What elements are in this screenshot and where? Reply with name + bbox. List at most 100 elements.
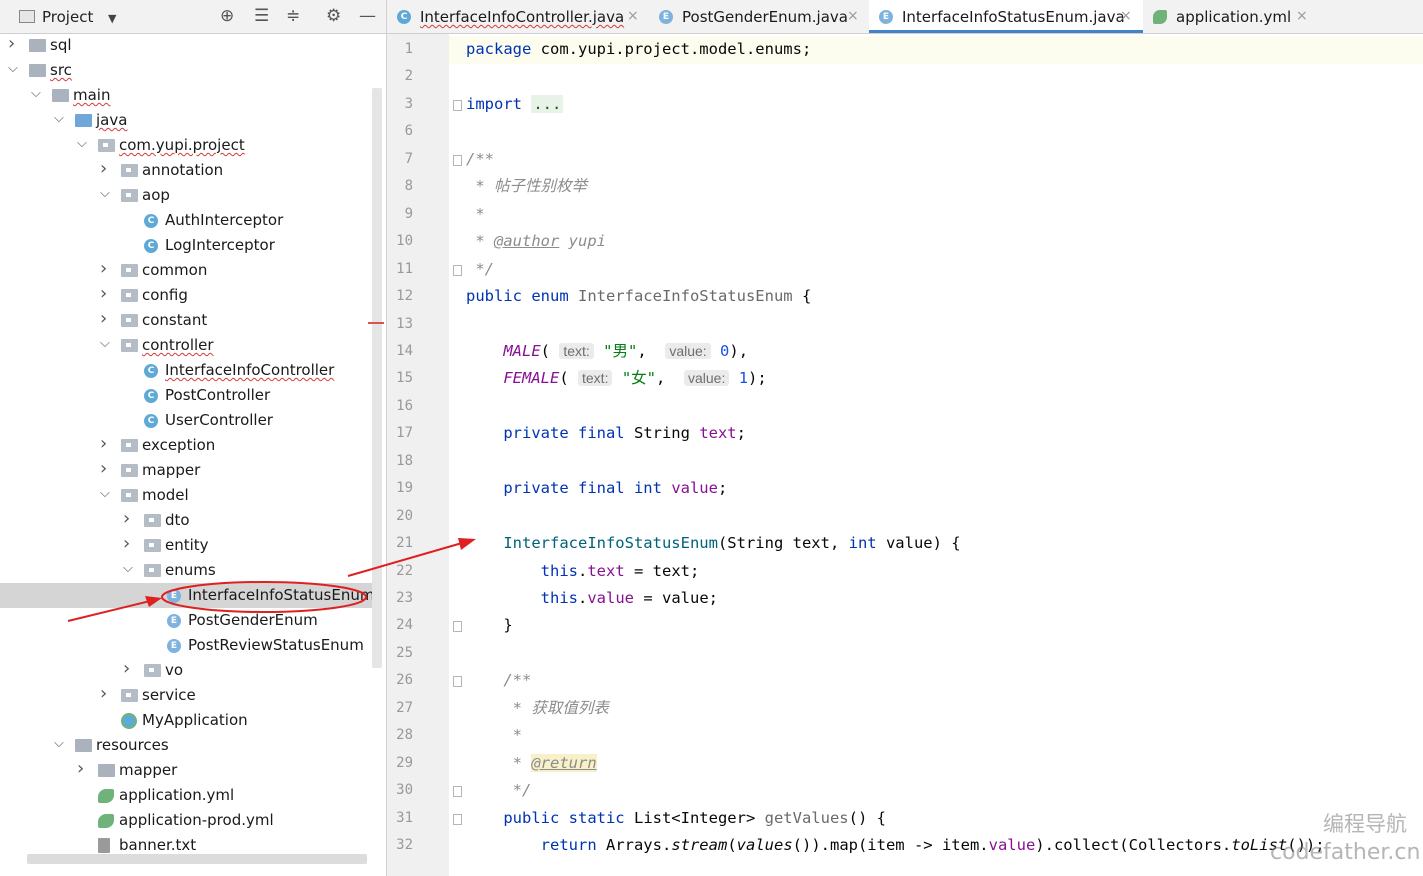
horizontal-scrollbar[interactable] bbox=[27, 854, 367, 864]
close-icon[interactable]: × bbox=[1120, 8, 1132, 24]
chevron-right-icon[interactable]: › bbox=[100, 458, 107, 479]
editor-tab[interactable]: E PostGenderEnum.java × bbox=[649, 0, 869, 33]
hide-panel-icon[interactable]: — bbox=[359, 6, 376, 26]
fold-toggle-icon[interactable] bbox=[453, 99, 462, 111]
tree-item[interactable]: ⌵ com.yupi.project bbox=[0, 133, 372, 158]
chevron-right-icon[interactable]: › bbox=[100, 258, 107, 279]
code-editor[interactable]: 1 2 3 6 7 8 9 10 11 12 13 14 15 16 17 18 19 20 21 22 23 24 25 2… bbox=[387, 34, 1423, 876]
chevron-down-icon[interactable]: ⌵ bbox=[100, 486, 110, 501]
code-line[interactable]: */ bbox=[466, 256, 494, 283]
chevron-down-icon[interactable]: ⌵ bbox=[123, 561, 133, 576]
fold-toggle-icon[interactable] bbox=[453, 264, 462, 276]
chevron-down-icon[interactable]: ⌵ bbox=[54, 111, 64, 126]
tree-item[interactable]: C AuthInterceptor bbox=[0, 208, 372, 233]
close-icon[interactable]: × bbox=[847, 8, 859, 24]
project-view-title[interactable]: Project bbox=[42, 8, 93, 26]
code-line[interactable]: FEMALE( text: "女", value: 1); bbox=[466, 365, 766, 392]
collapse-all-icon[interactable]: ≑ bbox=[286, 6, 300, 26]
code-line[interactable]: /** bbox=[466, 667, 531, 694]
code-line[interactable]: } bbox=[466, 612, 512, 639]
code-line[interactable]: public enum InterfaceInfoStatusEnum { bbox=[466, 283, 811, 310]
tree-item[interactable]: › constant bbox=[0, 308, 372, 333]
tree-item[interactable]: › sql bbox=[0, 33, 372, 58]
chevron-down-icon[interactable]: ⌵ bbox=[54, 736, 64, 751]
tree-item[interactable]: › exception bbox=[0, 433, 372, 458]
tree-item[interactable]: ⌵ controller bbox=[0, 333, 372, 358]
chevron-down-icon[interactable]: ▼ bbox=[108, 12, 116, 25]
locate-file-icon[interactable]: ⊕ bbox=[220, 6, 234, 26]
chevron-down-icon[interactable]: ⌵ bbox=[100, 336, 110, 351]
close-icon[interactable]: × bbox=[627, 8, 639, 24]
chevron-down-icon[interactable]: ⌵ bbox=[77, 136, 87, 151]
chevron-right-icon[interactable]: › bbox=[123, 533, 130, 554]
code-line[interactable]: InterfaceInfoStatusEnum(String text, int… bbox=[466, 530, 960, 557]
code-line[interactable]: this.value = value; bbox=[466, 585, 718, 612]
fold-toggle-icon[interactable] bbox=[453, 786, 462, 798]
close-icon[interactable]: × bbox=[1296, 8, 1308, 24]
chevron-down-icon[interactable]: ⌵ bbox=[8, 61, 18, 76]
code-line[interactable]: * @author yupi bbox=[466, 228, 606, 255]
tree-item[interactable]: MyApplication bbox=[0, 708, 372, 733]
chevron-down-icon[interactable]: ⌵ bbox=[100, 186, 110, 201]
tree-item[interactable]: E InterfaceInfoStatusEnum bbox=[0, 583, 374, 608]
code-line[interactable]: */ bbox=[466, 777, 532, 804]
chevron-down-icon[interactable]: ⌵ bbox=[31, 86, 41, 101]
code-line[interactable]: private final String text; bbox=[466, 420, 746, 447]
tree-item[interactable]: application-prod.yml bbox=[0, 808, 372, 833]
fold-toggle-icon[interactable] bbox=[453, 813, 462, 825]
code-line[interactable]: * bbox=[466, 722, 522, 749]
editor-tab[interactable]: E InterfaceInfoStatusEnum.java × bbox=[869, 0, 1143, 33]
tree-item[interactable]: › service bbox=[0, 683, 372, 708]
tree-item[interactable]: ⌵ aop bbox=[0, 183, 372, 208]
fold-toggle-icon[interactable] bbox=[453, 676, 462, 688]
tree-item[interactable]: › common bbox=[0, 258, 372, 283]
vertical-scrollbar[interactable] bbox=[372, 88, 382, 668]
chevron-right-icon[interactable]: › bbox=[100, 433, 107, 454]
code-line[interactable]: return Arrays.stream(values()).map(item … bbox=[466, 832, 1325, 859]
code-line[interactable]: * bbox=[466, 201, 484, 228]
tree-item[interactable]: › annotation bbox=[0, 158, 372, 183]
tree-item[interactable]: › mapper bbox=[0, 758, 372, 783]
chevron-right-icon[interactable]: › bbox=[123, 658, 130, 679]
fold-toggle-icon[interactable] bbox=[453, 154, 462, 166]
tree-item[interactable]: › entity bbox=[0, 533, 372, 558]
chevron-right-icon[interactable]: › bbox=[100, 158, 107, 179]
tree-item[interactable]: ⌵ model bbox=[0, 483, 372, 508]
tree-item[interactable]: › mapper bbox=[0, 458, 372, 483]
chevron-right-icon[interactable]: › bbox=[100, 283, 107, 304]
code-line[interactable]: MALE( text: "男", value: 0), bbox=[466, 338, 748, 365]
chevron-right-icon[interactable]: › bbox=[77, 758, 84, 779]
code-line[interactable]: this.text = text; bbox=[466, 558, 700, 585]
tree-item[interactable]: C UserController bbox=[0, 408, 372, 433]
editor-tab[interactable]: application.yml × bbox=[1143, 0, 1318, 33]
tree-item[interactable]: C PostController bbox=[0, 383, 372, 408]
code-line[interactable]: private final int value; bbox=[466, 475, 727, 502]
code-line[interactable]: import ... bbox=[466, 91, 564, 118]
code-line[interactable]: * 获取值列表 bbox=[466, 695, 609, 722]
chevron-right-icon[interactable]: › bbox=[123, 508, 130, 529]
expand-all-icon[interactable]: ☰ bbox=[254, 6, 269, 26]
tree-item[interactable]: ⌵ main bbox=[0, 83, 372, 108]
chevron-right-icon[interactable]: › bbox=[100, 683, 107, 704]
code-line[interactable]: /** bbox=[466, 146, 494, 173]
fold-toggle-icon[interactable] bbox=[453, 621, 462, 633]
tree-item[interactable]: ⌵ src bbox=[0, 58, 372, 83]
chevron-right-icon[interactable]: › bbox=[8, 33, 15, 54]
gear-icon[interactable]: ⚙ bbox=[326, 6, 341, 26]
tree-item[interactable]: › dto bbox=[0, 508, 372, 533]
tree-item[interactable]: E PostGenderEnum bbox=[0, 608, 372, 633]
code-line[interactable]: public static List<Integer> getValues() … bbox=[466, 805, 886, 832]
tree-item[interactable]: E PostReviewStatusEnum bbox=[0, 633, 372, 658]
editor-tab[interactable]: C InterfaceInfoController.java × bbox=[387, 0, 649, 33]
chevron-right-icon[interactable]: › bbox=[100, 308, 107, 329]
tree-item[interactable]: ⌵ java bbox=[0, 108, 372, 133]
tree-item[interactable]: › vo bbox=[0, 658, 372, 683]
tree-item[interactable]: C LogInterceptor bbox=[0, 233, 372, 258]
code-line[interactable]: * 帖子性别枚举 bbox=[466, 173, 587, 200]
tree-item[interactable]: C InterfaceInfoController bbox=[0, 358, 372, 383]
tree-item[interactable]: application.yml bbox=[0, 783, 372, 808]
code-line[interactable]: package com.yupi.project.model.enums; bbox=[466, 36, 811, 63]
tree-item[interactable]: ⌵ resources bbox=[0, 733, 372, 758]
code-line[interactable]: * @return bbox=[466, 750, 597, 777]
tree-item[interactable]: ⌵ enums bbox=[0, 558, 372, 583]
